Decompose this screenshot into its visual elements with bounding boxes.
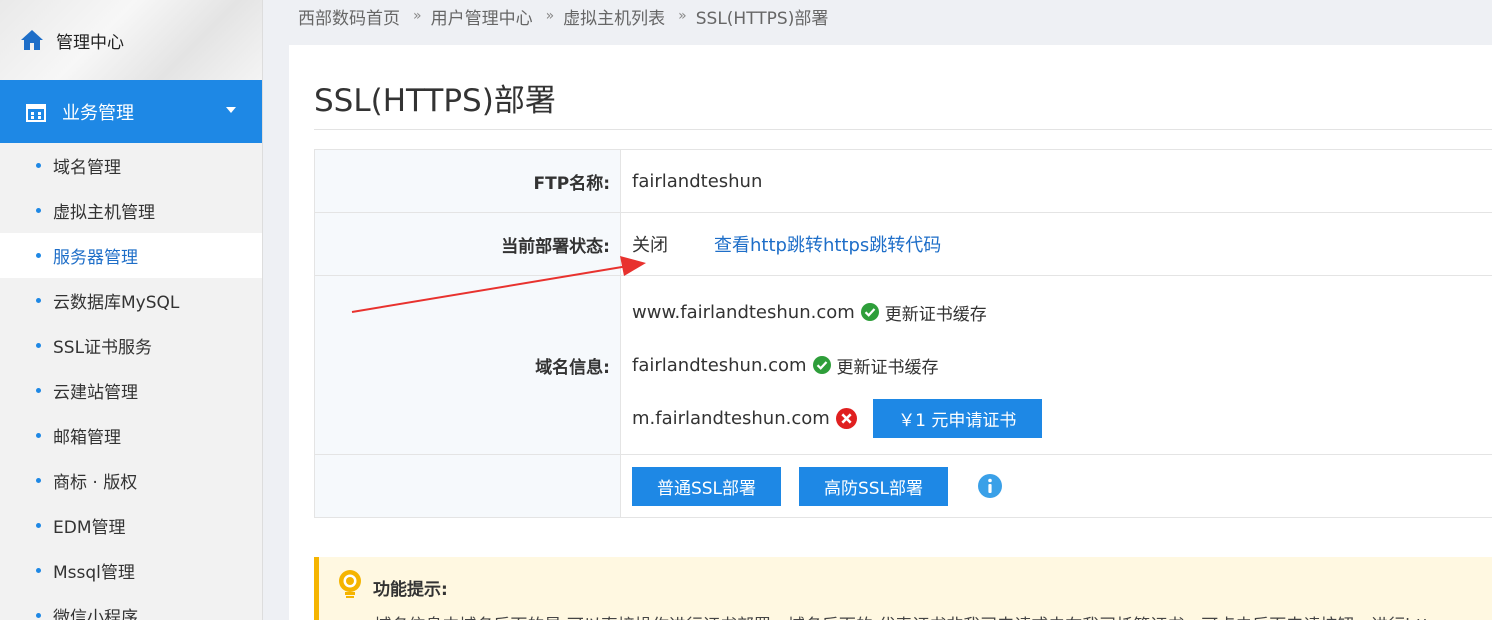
title-divider — [314, 129, 1492, 130]
refresh-cert-cache-link[interactable]: 更新证书缓存 — [885, 300, 987, 325]
bullet-icon — [36, 433, 41, 438]
info-icon[interactable] — [978, 474, 1002, 498]
normal-ssl-deploy-button[interactable]: 普通SSL部署 — [632, 466, 781, 506]
chevron-down-icon — [226, 107, 236, 113]
calendar-icon — [26, 103, 46, 122]
refresh-cert-cache-link[interactable]: 更新证书缓存 — [837, 353, 939, 378]
lightbulb-icon — [339, 570, 361, 598]
sidebar-item-domain[interactable]: 域名管理 — [0, 143, 262, 188]
home-icon — [21, 30, 43, 50]
status-row: 当前部署状态: 关闭 查看http跳转https跳转代码 — [315, 213, 1492, 276]
bullet-icon — [36, 478, 41, 483]
error-circle-icon — [835, 407, 857, 429]
sidebar-item-label: 邮箱管理 — [53, 428, 121, 448]
bullet-icon — [36, 208, 41, 213]
check-circle-icon — [812, 356, 831, 374]
double-chevron-right-icon: » — [545, 8, 555, 24]
sidebar-item-label: 云建站管理 — [53, 383, 138, 403]
check-circle-icon — [860, 303, 879, 321]
sidebar-business-management[interactable]: 业务管理 — [0, 80, 262, 143]
sidebar: 管理中心 业务管理 域名管理 虚拟主机管理 服务器管理 云数据库MySQL SS… — [0, 0, 263, 620]
page-title: SSL(HTTPS)部署 — [314, 83, 556, 119]
sidebar-home-label: 管理中心 — [56, 32, 124, 53]
bullet-icon — [36, 568, 41, 573]
sidebar-item-ssl[interactable]: SSL证书服务 — [0, 323, 262, 368]
breadcrumb-current: SSL(HTTPS)部署 — [695, 8, 829, 29]
deploy-row: 普通SSL部署 高防SSL部署 — [315, 455, 1492, 518]
domain-item: www.fairlandteshun.com 更新证书缓存 — [632, 286, 1042, 339]
domain-row: 域名信息: www.fairlandteshun.com 更新证书缓存 fair… — [315, 276, 1492, 455]
bullet-icon — [36, 388, 41, 393]
breadcrumb: 西部数码首页 » 用户管理中心 » 虚拟主机列表 » SSL(HTTPS)部署 — [298, 0, 828, 32]
domain-name: www.fairlandteshun.com — [632, 301, 855, 323]
sidebar-item-label: 商标 · 版权 — [53, 473, 138, 493]
sidebar-item-mail[interactable]: 邮箱管理 — [0, 413, 262, 458]
status-label: 当前部署状态: — [315, 213, 621, 275]
bullet-icon — [36, 298, 41, 303]
breadcrumb-home[interactable]: 西部数码首页 — [298, 4, 400, 29]
sidebar-item-label: 服务器管理 — [53, 248, 138, 268]
apply-cert-button[interactable]: ￥1 元申请证书 — [872, 398, 1042, 438]
tip-box: 功能提示: • 域名信息中域名后面的是 可以直接操作进行证书部署；域名后面的 代… — [314, 557, 1492, 620]
sidebar-item-label: Mssql管理 — [53, 563, 135, 583]
sidebar-item-edm[interactable]: EDM管理 — [0, 503, 262, 548]
domain-label: 域名信息: — [315, 276, 621, 454]
status-value: 关闭 — [632, 235, 668, 256]
sidebar-item-site-builder[interactable]: 云建站管理 — [0, 368, 262, 413]
sidebar-item-label: 微信小程序 — [53, 608, 138, 620]
main-panel: SSL(HTTPS)部署 FTP名称: fairlandteshun 当前部署状… — [289, 45, 1492, 620]
sidebar-item-label: 云数据库MySQL — [53, 293, 180, 313]
breadcrumb-user-center[interactable]: 用户管理中心 — [431, 4, 533, 29]
sidebar-item-mssql[interactable]: Mssql管理 — [0, 548, 262, 593]
sidebar-item-label: EDM管理 — [53, 518, 126, 538]
sidebar-item-label: 虚拟主机管理 — [53, 203, 155, 223]
double-chevron-right-icon: » — [413, 8, 422, 24]
domain-item: m.fairlandteshun.com ￥1 元申请证书 — [632, 392, 1042, 445]
tip-text: • 域名信息中域名后面的是 可以直接操作进行证书部署；域名后面的 代表证书非我司… — [359, 611, 1449, 620]
sidebar-item-label: SSL证书服务 — [53, 338, 153, 358]
sidebar-business-label: 业务管理 — [62, 102, 134, 124]
bullet-icon — [36, 523, 41, 528]
domain-list: www.fairlandteshun.com 更新证书缓存 fairlandte… — [632, 286, 1042, 445]
double-chevron-right-icon: » — [678, 8, 687, 24]
sidebar-item-label: 域名管理 — [53, 158, 121, 178]
deploy-label — [315, 455, 621, 517]
bullet-icon — [36, 613, 41, 618]
sidebar-item-mysql[interactable]: 云数据库MySQL — [0, 278, 262, 323]
tip-title: 功能提示: — [373, 580, 448, 600]
bullet-icon — [36, 253, 41, 258]
breadcrumb-vhost-list[interactable]: 虚拟主机列表 — [563, 4, 665, 29]
ftp-label: FTP名称: — [315, 150, 621, 212]
ddos-ssl-deploy-button[interactable]: 高防SSL部署 — [799, 466, 948, 506]
sidebar-submenu: 域名管理 虚拟主机管理 服务器管理 云数据库MySQL SSL证书服务 云建站管… — [0, 143, 262, 620]
ftp-value: fairlandteshun — [632, 170, 763, 192]
ftp-row: FTP名称: fairlandteshun — [315, 150, 1492, 213]
ssl-form: FTP名称: fairlandteshun 当前部署状态: 关闭 查看http跳… — [314, 149, 1492, 518]
domain-name: fairlandteshun.com — [632, 354, 807, 376]
sidebar-home[interactable]: 管理中心 — [0, 0, 262, 80]
sidebar-item-vhost[interactable]: 虚拟主机管理 — [0, 188, 262, 233]
bullet-icon — [36, 343, 41, 348]
domain-name: m.fairlandteshun.com — [632, 407, 830, 429]
bullet-icon — [36, 163, 41, 168]
sidebar-item-trademark[interactable]: 商标 · 版权 — [0, 458, 262, 503]
redirect-code-link[interactable]: 查看http跳转https跳转代码 — [714, 231, 941, 257]
sidebar-item-wechat[interactable]: 微信小程序 — [0, 593, 262, 620]
domain-item: fairlandteshun.com 更新证书缓存 — [632, 339, 1042, 392]
sidebar-item-server[interactable]: 服务器管理 — [0, 233, 262, 278]
